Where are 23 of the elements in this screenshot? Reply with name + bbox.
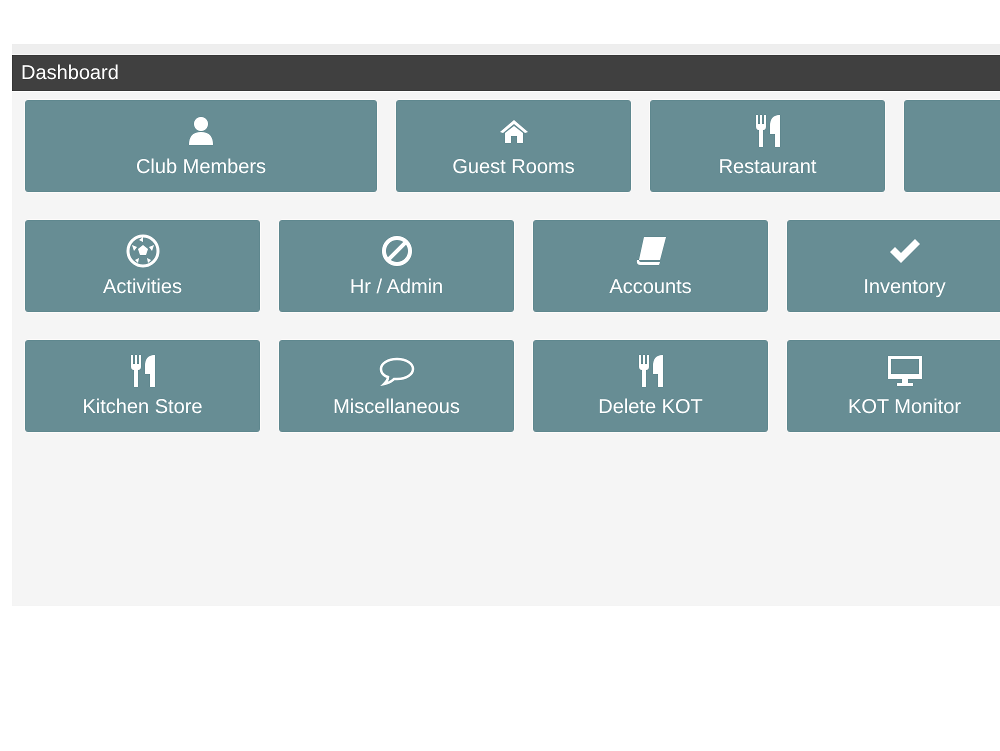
house-icon: [500, 120, 528, 142]
fork-knife-icon: [130, 354, 154, 386]
menu-tile[interactable]: Inventory: [787, 220, 1000, 312]
menu-tile[interactable]: Kitchen Store: [25, 340, 260, 432]
menu-tile[interactable]: Restaurant: [650, 100, 885, 192]
menu-tile[interactable]: Club Members: [25, 100, 377, 192]
check-icon: [890, 238, 920, 262]
menu-tile[interactable]: Accounts: [533, 220, 768, 312]
book-icon: [636, 236, 666, 264]
menu-tile[interactable]: Hr / Admin: [279, 220, 514, 312]
panel-title: Dashboard: [21, 62, 119, 84]
menu-tile[interactable]: Delete KOT: [533, 340, 768, 432]
person-icon: [189, 116, 213, 144]
prohibited-icon: [382, 236, 412, 266]
menu-tile[interactable]: Miscellaneous: [279, 340, 514, 432]
fork-knife-icon: [756, 114, 780, 146]
fork-knife-icon: [638, 354, 662, 386]
monitor-icon: [888, 356, 922, 386]
speech-bubble-icon: [379, 357, 414, 385]
soccer-ball-icon: [126, 234, 159, 267]
menu-tile[interactable]: Activities: [25, 220, 260, 312]
menu-tile[interactable]: KOT Monitor: [787, 340, 1000, 432]
menu-tile[interactable]: Guest Rooms: [396, 100, 631, 192]
